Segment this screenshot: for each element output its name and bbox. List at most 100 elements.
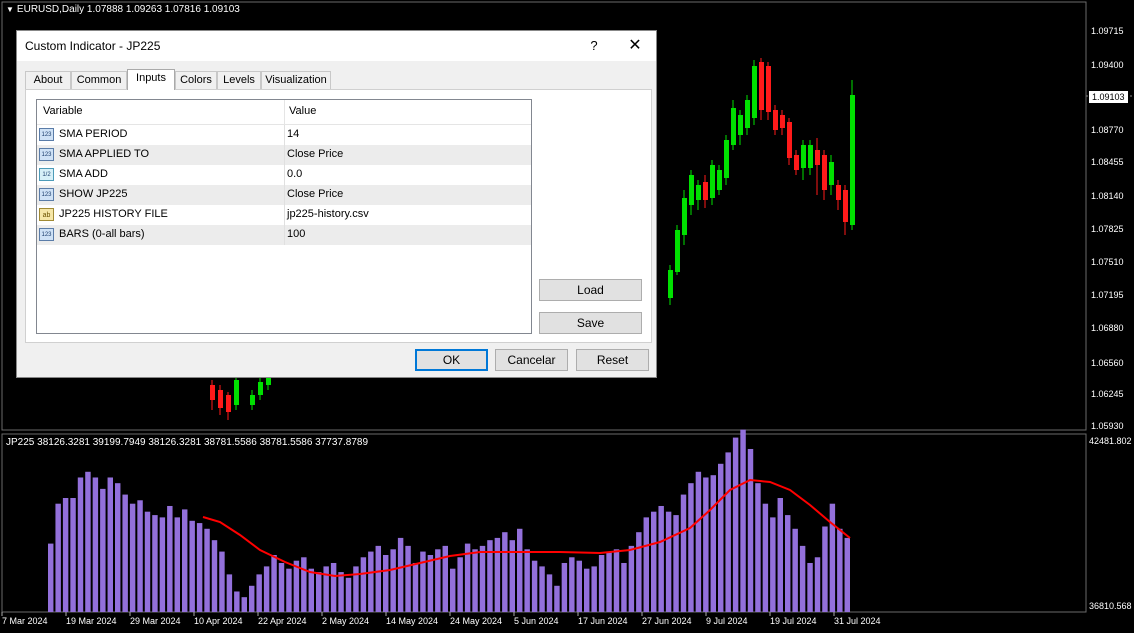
price-axis-label: 1.07825 bbox=[1091, 224, 1124, 234]
input-variable: BARS (0-all bars) bbox=[59, 228, 145, 240]
cancel-button[interactable]: Cancelar bbox=[495, 349, 568, 371]
histogram-bar bbox=[293, 560, 300, 612]
integer-type-icon: 123 bbox=[39, 148, 54, 161]
ok-button[interactable]: OK bbox=[415, 349, 488, 371]
histogram-bar bbox=[405, 545, 411, 612]
histogram-bar bbox=[494, 537, 501, 612]
histogram-bar bbox=[174, 517, 180, 612]
histogram-bar bbox=[420, 551, 426, 612]
price-axis-label: 1.08770 bbox=[1091, 125, 1124, 135]
date-axis-label: 2 May 2024 bbox=[322, 616, 370, 626]
histogram-bar bbox=[144, 511, 151, 612]
input-value[interactable]: Close Price bbox=[287, 188, 343, 200]
cell-separator bbox=[284, 145, 285, 165]
inputs-panel: Variable Value 123 SMA PERIOD 14 123 SMA… bbox=[25, 89, 652, 343]
input-value[interactable]: jp225-history.csv bbox=[287, 208, 369, 220]
input-value[interactable]: 100 bbox=[287, 228, 305, 240]
histogram-bar bbox=[777, 498, 783, 612]
histogram-bar bbox=[226, 574, 233, 612]
histogram-bar bbox=[457, 557, 463, 612]
price-axis-label: 1.08455 bbox=[1091, 157, 1124, 167]
candle-body bbox=[226, 395, 231, 412]
reset-button[interactable]: Reset bbox=[576, 349, 649, 371]
date-axis-label: 19 Jul 2024 bbox=[770, 616, 817, 626]
histogram-bar bbox=[814, 557, 821, 612]
cell-separator bbox=[284, 185, 285, 205]
input-row-history-file[interactable]: ab JP225 HISTORY FILE jp225-history.csv bbox=[37, 205, 531, 225]
histogram-bar bbox=[338, 572, 344, 612]
histogram-bar bbox=[710, 475, 716, 612]
histogram-bar bbox=[479, 545, 486, 612]
histogram-bar bbox=[792, 528, 798, 612]
price-axis-label: 1.08140 bbox=[1091, 191, 1124, 201]
date-axis-label: 14 May 2024 bbox=[386, 616, 439, 626]
histogram-bar bbox=[643, 517, 649, 612]
dialog-titlebar[interactable]: Custom Indicator - JP225 ? ✕ bbox=[17, 31, 656, 61]
input-row-sma-applied-to[interactable]: 123 SMA APPLIED TO Close Price bbox=[37, 145, 531, 165]
input-row-sma-add[interactable]: 1/2 SMA ADD 0.0 bbox=[37, 165, 531, 185]
dialog-title: Custom Indicator - JP225 bbox=[25, 39, 161, 53]
price-axis-label: 1.09715 bbox=[1091, 26, 1124, 36]
histogram-bar bbox=[412, 562, 419, 612]
date-axis-label: 31 Jul 2024 bbox=[834, 616, 881, 626]
input-value[interactable]: 14 bbox=[287, 128, 299, 140]
load-button[interactable]: Load bbox=[539, 279, 642, 301]
tab-visualization[interactable]: Visualization bbox=[261, 71, 331, 89]
histogram-bar bbox=[829, 503, 836, 612]
help-button[interactable]: ? bbox=[583, 35, 605, 57]
price-axis-label: 1.06560 bbox=[1091, 358, 1124, 368]
histogram-bar bbox=[196, 523, 203, 612]
date-axis-label: 7 Mar 2024 bbox=[2, 616, 48, 626]
header-separator[interactable] bbox=[284, 100, 285, 124]
histogram-bar bbox=[263, 566, 270, 612]
input-value[interactable]: 0.0 bbox=[287, 168, 302, 180]
tab-colors[interactable]: Colors bbox=[175, 71, 217, 89]
candle-body bbox=[668, 270, 673, 298]
tab-levels[interactable]: Levels bbox=[217, 71, 261, 89]
input-row-bars[interactable]: 123 BARS (0-all bars) 100 bbox=[37, 225, 531, 245]
column-header-variable[interactable]: Variable bbox=[43, 105, 83, 117]
candle-body bbox=[682, 198, 687, 235]
histogram-bar bbox=[561, 562, 568, 612]
input-variable: SMA ADD bbox=[59, 168, 108, 180]
histogram-bar bbox=[785, 515, 791, 612]
column-header-value[interactable]: Value bbox=[289, 105, 316, 117]
histogram-bar bbox=[316, 572, 322, 612]
input-variable: SHOW JP225 bbox=[59, 188, 128, 200]
dropdown-triangle-icon[interactable]: ▼ bbox=[6, 5, 14, 14]
save-button[interactable]: Save bbox=[539, 312, 642, 334]
candle-body bbox=[801, 145, 806, 168]
histogram-bar bbox=[249, 585, 255, 612]
histogram-bar bbox=[725, 452, 731, 612]
integer-type-icon: 123 bbox=[39, 128, 54, 141]
input-row-sma-period[interactable]: 123 SMA PERIOD 14 bbox=[37, 125, 531, 145]
histogram-bar bbox=[770, 517, 776, 612]
histogram-bar bbox=[591, 566, 597, 612]
candle-body bbox=[689, 175, 694, 205]
candle-body bbox=[724, 140, 729, 178]
input-variable: SMA PERIOD bbox=[59, 128, 128, 140]
histogram-bar bbox=[211, 540, 218, 612]
date-axis-label: 22 Apr 2024 bbox=[258, 616, 307, 626]
close-icon[interactable]: ✕ bbox=[623, 35, 647, 57]
price-axis-label: 1.06880 bbox=[1091, 323, 1124, 333]
input-value[interactable]: Close Price bbox=[287, 148, 343, 160]
histogram-bar bbox=[703, 477, 709, 612]
candle-body bbox=[717, 170, 722, 190]
histogram-bar bbox=[189, 520, 195, 612]
cell-separator bbox=[284, 205, 285, 225]
histogram-bar bbox=[278, 562, 285, 612]
price-axis-label: 1.06245 bbox=[1091, 389, 1124, 399]
tab-about[interactable]: About bbox=[25, 71, 71, 89]
histogram-bar bbox=[204, 528, 210, 612]
tab-common[interactable]: Common bbox=[71, 71, 127, 89]
histogram-bar bbox=[517, 528, 523, 612]
histogram-bar bbox=[167, 505, 173, 612]
price-axis-label: 1.09400 bbox=[1091, 60, 1124, 70]
input-row-show-jp225[interactable]: 123 SHOW JP225 Close Price bbox=[37, 185, 531, 205]
histogram-bar bbox=[286, 568, 292, 612]
tab-inputs[interactable]: Inputs bbox=[127, 69, 175, 90]
string-type-icon: ab bbox=[39, 208, 54, 221]
histogram-bar bbox=[762, 503, 769, 612]
histogram-bar bbox=[427, 555, 434, 612]
